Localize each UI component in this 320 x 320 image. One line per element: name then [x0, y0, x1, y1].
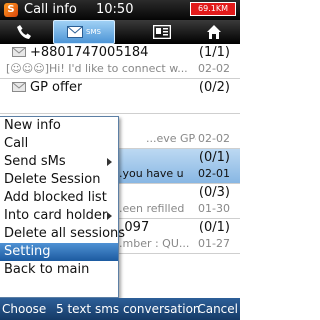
- menu-item-into-card-holder[interactable]: Into card holder: [0, 207, 118, 225]
- contact-card-icon: [153, 25, 171, 39]
- tab-home[interactable]: [190, 20, 238, 44]
- clock: 10:50: [96, 2, 134, 17]
- tab-contact-card[interactable]: [138, 20, 186, 44]
- message-preview: ...een refilled: [112, 202, 185, 215]
- app-logo: S: [4, 3, 18, 17]
- cancel-softkey[interactable]: Cancel: [197, 298, 238, 320]
- message-count: (0/1): [198, 150, 230, 165]
- sender-name: GP offer: [30, 80, 83, 95]
- menu-item-label: Delete all sessions: [4, 226, 126, 241]
- context-menu: New info Call Send sMs Delete Session Ad…: [0, 116, 125, 298]
- message-date: 02-01: [198, 167, 230, 180]
- message-count: (0/3): [198, 185, 230, 200]
- tab-phone[interactable]: [0, 20, 48, 44]
- tab-bar: SMS: [0, 20, 240, 44]
- menu-item-add-blocked-list[interactable]: Add blocked list: [0, 189, 118, 207]
- home-icon: [207, 25, 221, 39]
- phone-icon: [17, 25, 31, 39]
- sender-name: +8801747005184: [30, 45, 149, 60]
- softkey-bar: Choose 5 text sms conversation Cancel: [0, 298, 240, 320]
- message-preview: ...you have u: [112, 167, 184, 180]
- message-date: 01-27: [198, 237, 230, 250]
- menu-item-label: New info: [4, 118, 61, 133]
- submenu-arrow-icon: [107, 212, 112, 220]
- menu-item-label: Delete Session: [4, 172, 101, 187]
- menu-item-label: Call: [4, 136, 29, 151]
- message-date: 02-02: [198, 62, 230, 75]
- menu-item-label: Add blocked list: [4, 190, 107, 205]
- message-date: 01-30: [198, 202, 230, 215]
- tab-sms[interactable]: SMS: [53, 20, 115, 44]
- list-item[interactable]: +8801747005184 (1/1) [☺☺☺]Hi! I'd like t…: [0, 44, 240, 79]
- envelope-icon: [67, 26, 84, 38]
- message-preview: ...eve GP-G: [146, 132, 196, 145]
- status-bar: S Call info 10:50 69.1KM: [0, 0, 240, 20]
- menu-item-label: Send sMs: [4, 154, 66, 169]
- list-item[interactable]: GP offer (0/2): [0, 79, 240, 114]
- message-preview: [☺☺☺]Hi! I'd like to connect w...: [6, 62, 188, 75]
- message-count: (0/1): [198, 220, 230, 235]
- message-count: (0/2): [198, 80, 230, 95]
- message-date: 02-02: [198, 132, 230, 145]
- menu-item-label: Into card holder: [4, 208, 108, 223]
- menu-item-new-info[interactable]: New info: [0, 117, 118, 135]
- submenu-arrow-icon: [107, 158, 112, 166]
- choose-softkey[interactable]: Choose: [2, 298, 46, 320]
- menu-item-back-to-main[interactable]: Back to main: [0, 261, 118, 279]
- menu-item-delete-all-sessions[interactable]: Delete all sessions: [0, 225, 125, 243]
- tab-sms-label: SMS: [86, 28, 101, 36]
- message-count: (1/1): [198, 45, 230, 60]
- menu-item-label: Setting: [4, 244, 51, 259]
- envelope-icon: [12, 47, 26, 57]
- battery-indicator: 69.1KM: [190, 2, 236, 16]
- menu-item-delete-session[interactable]: Delete Session: [0, 171, 118, 189]
- window-title: Call info: [24, 2, 77, 17]
- menu-item-label: Back to main: [4, 262, 90, 277]
- menu-item-call[interactable]: Call: [0, 135, 118, 153]
- envelope-icon: [12, 82, 26, 92]
- menu-item-setting[interactable]: Setting: [0, 243, 118, 261]
- menu-item-send-sms[interactable]: Send sMs: [0, 153, 118, 171]
- conversation-count-label: 5 text sms conversation: [56, 302, 201, 316]
